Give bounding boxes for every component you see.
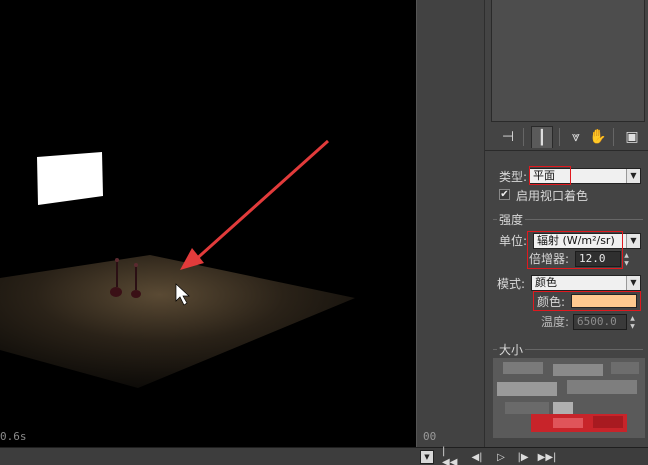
chevron-down-icon: ▼ xyxy=(626,276,640,290)
highlight-box xyxy=(527,231,623,269)
highlight-box xyxy=(533,291,641,311)
chevron-down-icon: ▼ xyxy=(626,169,640,183)
size-group-content xyxy=(493,358,645,438)
plane-light xyxy=(37,152,103,205)
play-icon[interactable]: ▷ xyxy=(492,450,510,464)
object-list-box xyxy=(491,0,645,122)
playback-bar: ▼ |◀◀ ◀| ▷ |▶ ▶▶| xyxy=(0,446,648,465)
render-time: 0.6s xyxy=(0,430,27,443)
command-panel-tabs: ⊣ ┃ ⩔ ✋ ▣ xyxy=(489,124,648,150)
go-to-end-icon[interactable]: ▶▶| xyxy=(538,450,557,464)
viewport-shading-label: 启用视口着色 xyxy=(516,189,589,203)
viewport-shading-checkbox[interactable]: ✔ xyxy=(499,189,510,200)
go-to-start-icon[interactable]: |◀◀ xyxy=(442,446,460,465)
floor-plane xyxy=(0,255,355,388)
create-icon[interactable]: ⊣ xyxy=(497,126,519,148)
temperature-input[interactable]: 6500.0 xyxy=(573,314,627,330)
multiplier-spinner-arrows[interactable]: ▲ ▼ xyxy=(622,251,631,267)
intensity-group-title: 强度 xyxy=(497,211,526,228)
red-annotation-arrow xyxy=(180,139,330,270)
motion-icon[interactable]: ✋ xyxy=(587,126,609,148)
timeline-tick-label: 00 xyxy=(423,430,437,443)
previous-frame-icon[interactable]: ◀| xyxy=(468,450,486,464)
type-label: 类型: xyxy=(499,170,528,184)
display-icon[interactable]: ▣ xyxy=(621,126,643,148)
highlight-box xyxy=(529,166,571,185)
modify-icon[interactable]: ┃ xyxy=(531,126,553,148)
viewport[interactable]: 0.6s xyxy=(0,0,416,447)
temperature-label: 温度: xyxy=(541,315,570,329)
mode-dropdown[interactable]: 颜色 ▼ xyxy=(531,275,641,291)
viewport-gutter: 00 xyxy=(416,0,484,447)
mode-label: 模式: xyxy=(497,277,526,291)
hierarchy-icon[interactable]: ⩔ xyxy=(565,126,587,148)
next-frame-icon[interactable]: |▶ xyxy=(514,450,532,464)
command-panel: ⊣ ┃ ⩔ ✋ ▣ 类型: 平面 ▼ ✔ 启用视口着色 强度 单位: 辐射 (W… xyxy=(484,0,648,447)
chevron-down-icon[interactable]: ▼ xyxy=(420,450,434,464)
temperature-spinner-arrows[interactable]: ▲ ▼ xyxy=(628,314,637,330)
size-group-title: 大小 xyxy=(497,341,526,358)
viewport-render xyxy=(0,139,355,388)
chevron-down-icon: ▼ xyxy=(626,234,640,248)
unit-label: 单位: xyxy=(499,234,528,248)
